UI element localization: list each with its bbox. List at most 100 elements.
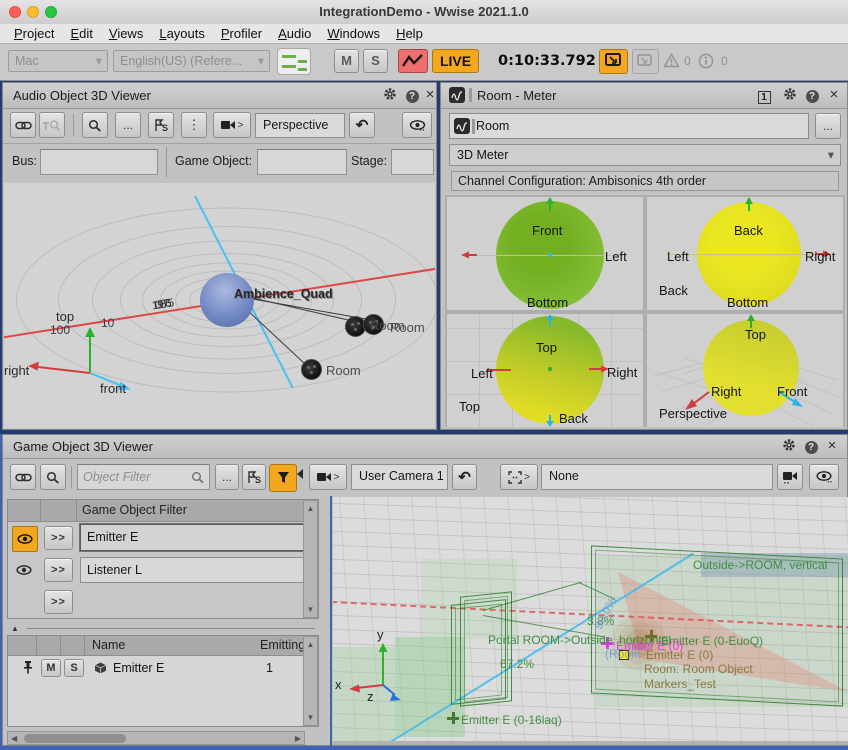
profiler-toggle-button[interactable] xyxy=(398,49,428,73)
pane-splitter[interactable]: ▲ xyxy=(7,623,319,633)
menu-help[interactable]: Help xyxy=(388,26,431,41)
meter-mode-value: 3D Meter xyxy=(457,148,508,162)
close-icon[interactable]: × xyxy=(823,438,841,455)
menu-project[interactable]: Project xyxy=(6,26,62,41)
scroll-right-icon[interactable]: ▶ xyxy=(295,734,301,743)
filter-row-emitter[interactable]: Emitter E xyxy=(80,524,305,551)
menu-audio[interactable]: Audio xyxy=(270,26,319,41)
reset-view-button[interactable]: ↶ xyxy=(452,464,477,490)
scrollbar-thumb[interactable] xyxy=(24,734,126,743)
svg-text:S: S xyxy=(162,123,168,132)
camera-field[interactable]: User Camera 1 xyxy=(351,464,448,490)
close-icon[interactable]: × xyxy=(825,87,843,104)
link-button[interactable] xyxy=(10,112,36,138)
show-settings-button[interactable]: S xyxy=(148,112,174,138)
reset-view-button[interactable]: ↶ xyxy=(349,112,375,138)
emitting-column-header[interactable]: Emitting xyxy=(260,638,304,652)
visibility-button[interactable] xyxy=(809,464,839,490)
cyan-axis-arrow-down xyxy=(545,415,555,427)
x-axis-label: x xyxy=(335,677,342,692)
window-title: IntegrationDemo - Wwise 2021.1.0 xyxy=(0,4,848,19)
camera-select-button[interactable]: > xyxy=(309,464,347,490)
language-select[interactable]: English(US) (Refere... ▾ xyxy=(113,50,270,72)
camera-mode-field[interactable]: Perspective xyxy=(255,113,345,138)
meter-mode-dropdown[interactable]: 3D Meter ▾ xyxy=(449,144,841,166)
gear-icon[interactable] xyxy=(780,438,798,455)
dock-accent xyxy=(0,434,2,750)
scroll-up-icon[interactable]: ▲ xyxy=(304,640,317,649)
filter-options-button[interactable]: ... xyxy=(215,464,239,490)
filter-list-scrollbar[interactable]: ▲ ▼ xyxy=(303,500,318,618)
scroll-up-icon[interactable]: ▲ xyxy=(304,504,317,513)
search-button[interactable] xyxy=(40,464,66,490)
drag-handle xyxy=(472,119,475,134)
follow-object-button[interactable]: > xyxy=(500,464,538,490)
remote-connect-button[interactable] xyxy=(599,49,628,74)
camera-select-button[interactable]: > xyxy=(213,112,251,138)
master-solo-button[interactable]: S xyxy=(363,49,388,73)
visibility-toggle-listener[interactable] xyxy=(12,558,36,582)
show-settings-button[interactable]: S xyxy=(242,464,266,490)
menu-layouts[interactable]: Layouts xyxy=(151,26,213,41)
scroll-down-icon[interactable]: ▼ xyxy=(304,713,317,722)
game-3d-viewport[interactable]: Outside->ROOM, vertical Portal ROOM->Out… xyxy=(333,497,848,741)
sync-icon xyxy=(637,54,653,69)
gear-icon[interactable] xyxy=(781,87,799,104)
assign-button[interactable]: >> xyxy=(44,590,73,614)
menu-edit[interactable]: Edit xyxy=(62,26,100,41)
assign-button[interactable]: >> xyxy=(44,558,73,582)
stage-field[interactable] xyxy=(391,149,434,175)
name-column-header[interactable]: Name xyxy=(92,638,125,652)
platform-select[interactable]: Mac ▾ xyxy=(8,50,108,72)
diffraction-percent: 67.2% xyxy=(500,657,534,671)
more-options-button[interactable]: ... xyxy=(115,112,141,138)
menu-views[interactable]: Views xyxy=(101,26,151,41)
table-scrollbar[interactable]: ▲ ▼ xyxy=(303,636,318,726)
collapse-up-icon[interactable]: ▲ xyxy=(11,624,19,633)
search-button[interactable] xyxy=(82,112,108,138)
menu-windows[interactable]: Windows xyxy=(319,26,388,41)
meter-target-field[interactable]: Room xyxy=(449,113,809,139)
chevron-down-icon: ▾ xyxy=(828,145,834,165)
collapse-arrow[interactable] xyxy=(297,469,303,479)
follow-target-field[interactable]: None xyxy=(541,464,773,490)
menu-dots-button[interactable]: ⋮ xyxy=(181,112,207,138)
help-icon[interactable]: ? xyxy=(403,87,421,104)
help-icon[interactable]: ? xyxy=(802,438,820,455)
browse-button[interactable]: ... xyxy=(815,113,841,139)
room-meter-panel: Room - Meter 1 ? × Room ... 3D Meter ▾ C… xyxy=(440,82,848,430)
gear-icon[interactable] xyxy=(381,87,399,104)
close-icon[interactable]: × xyxy=(421,87,439,104)
help-icon[interactable]: ? xyxy=(803,87,821,104)
audio-viewer-header: Audio Object 3D Viewer ? × xyxy=(3,83,436,109)
horizontal-scrollbar[interactable]: ◀ ▶ xyxy=(7,731,305,745)
master-mute-button[interactable]: M xyxy=(334,49,359,73)
visibility-toggle-emitter[interactable] xyxy=(12,526,38,552)
row-mute-button[interactable]: M xyxy=(41,659,61,677)
visibility-button[interactable] xyxy=(402,112,432,138)
audio-3d-scene[interactable]: top 100 10 10 9 8 7 6 5 Ambience_Quad Ro… xyxy=(4,183,435,428)
filter-active-button[interactable] xyxy=(269,464,297,492)
link-button[interactable] xyxy=(10,464,36,490)
filter-row-listener[interactable]: Listener L xyxy=(80,557,305,583)
loudness-meter-button[interactable] xyxy=(277,48,311,75)
instance-button[interactable]: 1 xyxy=(755,88,773,105)
pin-icon[interactable] xyxy=(22,660,34,675)
game-object-field[interactable] xyxy=(257,149,347,175)
back-left-label: Left xyxy=(667,249,689,264)
front-bottom-label: Bottom xyxy=(527,295,568,310)
scroll-down-icon[interactable]: ▼ xyxy=(304,605,317,614)
emitter-label-olive: Emitter E (0) xyxy=(646,648,713,662)
chevron-down-icon: ▾ xyxy=(96,51,102,71)
bus-field[interactable] xyxy=(40,149,158,175)
info-icon[interactable] xyxy=(698,53,714,69)
camera-settings-button[interactable] xyxy=(777,464,803,490)
table-row[interactable]: M S Emitter E 1 xyxy=(8,655,304,683)
assign-button[interactable]: >> xyxy=(44,526,73,550)
live-button[interactable]: LIVE xyxy=(432,49,479,73)
warning-icon[interactable] xyxy=(663,53,680,68)
viewport-scroll-strip[interactable] xyxy=(333,741,848,745)
menu-profiler[interactable]: Profiler xyxy=(213,26,270,41)
row-solo-button[interactable]: S xyxy=(64,659,84,677)
scroll-left-icon[interactable]: ◀ xyxy=(11,734,17,743)
